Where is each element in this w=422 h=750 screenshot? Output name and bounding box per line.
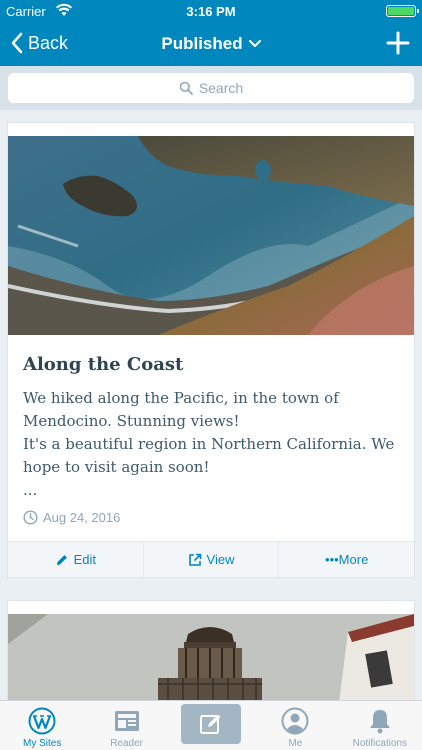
- battery-tip: [417, 9, 419, 13]
- post-card[interactable]: Along the Coast We hiked along the Pacif…: [7, 122, 415, 578]
- post-title[interactable]: Along the Coast: [23, 354, 183, 375]
- new-post-icon: [200, 714, 221, 734]
- post-filter-dropdown[interactable]: Published: [161, 34, 261, 54]
- back-button[interactable]: Back: [10, 32, 68, 54]
- reader-icon: [114, 711, 139, 731]
- post-card[interactable]: [7, 600, 415, 711]
- external-link-icon: [188, 553, 201, 566]
- excerpt-line: ...: [23, 481, 38, 499]
- tab-label: My Sites: [23, 738, 62, 749]
- edit-button[interactable]: Edit: [8, 542, 144, 577]
- tab-label: Reader: [110, 738, 144, 749]
- lighthouse-photo: [8, 614, 414, 711]
- featured-image: [8, 136, 414, 335]
- tab-me[interactable]: Me: [253, 701, 337, 750]
- search-bar: Search: [0, 66, 422, 110]
- tab-notifications[interactable]: Notifications: [338, 701, 422, 750]
- view-button[interactable]: View: [144, 542, 280, 577]
- status-bar: Carrier 3:16 PM: [0, 0, 422, 22]
- post-date: Aug 24, 2016: [23, 510, 120, 525]
- tab-label: Me: [288, 738, 303, 749]
- more-label: •••More: [325, 552, 369, 567]
- me-icon: [281, 707, 309, 735]
- post-excerpt: We hiked along the Pacific, in the town …: [23, 387, 403, 502]
- tab-new-post[interactable]: [169, 701, 253, 750]
- add-post-button[interactable]: [386, 31, 410, 55]
- coastline-photo: [8, 136, 414, 335]
- tab-my-sites[interactable]: My Sites: [0, 701, 84, 750]
- tab-bar: My Sites Reader Me Notifications: [0, 700, 422, 750]
- chevron-left-icon: [11, 32, 23, 54]
- more-button[interactable]: •••More: [279, 542, 414, 577]
- back-label: Back: [28, 32, 69, 53]
- excerpt-line: Mendocino. Stunning views!: [23, 412, 240, 430]
- chevron-down-icon: [248, 40, 261, 47]
- excerpt-line: hope to visit again soon!: [23, 458, 210, 476]
- search-placeholder: Search: [198, 80, 244, 96]
- battery-icon: [386, 5, 416, 17]
- tab-label: Notifications: [352, 738, 408, 749]
- navigation-bar: Back Published: [0, 22, 422, 66]
- pencil-icon: [56, 554, 67, 565]
- excerpt-line: It's a beautiful region in Northern Cali…: [23, 435, 395, 453]
- post-actions: Edit View •••More: [8, 541, 414, 577]
- search-input[interactable]: Search: [8, 73, 414, 103]
- bell-icon: [369, 710, 390, 734]
- search-icon: [179, 81, 193, 95]
- view-label: View: [206, 552, 235, 567]
- edit-label: Edit: [73, 552, 97, 567]
- excerpt-line: We hiked along the Pacific, in the town …: [23, 389, 339, 407]
- new-post-button[interactable]: [181, 704, 242, 744]
- post-date-label: Aug 24, 2016: [43, 510, 121, 525]
- tab-reader[interactable]: Reader: [84, 701, 168, 750]
- post-filter-label: Published: [161, 34, 243, 53]
- wordpress-icon: [28, 707, 56, 735]
- status-time: 3:16 PM: [186, 4, 236, 19]
- featured-image: [8, 614, 414, 711]
- clock-icon: [23, 510, 38, 525]
